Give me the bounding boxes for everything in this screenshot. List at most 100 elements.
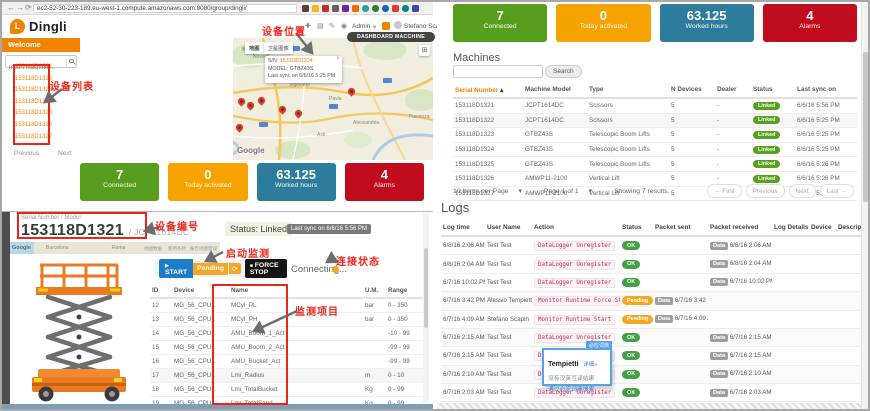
data-badge[interactable]: Data <box>710 370 728 378</box>
forward-icon[interactable]: → <box>16 3 24 12</box>
map-terms-link[interactable]: 使用条款 <box>168 246 186 252</box>
action-code: DataLogger Unregister <box>534 260 615 270</box>
status-badge: OK <box>622 260 640 269</box>
composite-screenshot: ← → ⟳ ec2-52-30-223-189.eu-west-1.comput… <box>0 0 870 411</box>
column-header-serial[interactable]: Serial Number ▴ <box>453 82 523 98</box>
column-header-ndevices[interactable]: N Devices <box>669 82 715 98</box>
map-control-map[interactable]: 地图 <box>245 42 264 54</box>
data-badge[interactable]: Data <box>655 315 673 323</box>
notification-icon[interactable] <box>382 22 390 30</box>
next-page-button[interactable]: Next <box>789 184 816 198</box>
data-badge[interactable]: Data <box>710 389 728 397</box>
extension-icon[interactable] <box>362 5 369 12</box>
extension-icon[interactable] <box>402 5 409 12</box>
back-icon[interactable]: ← <box>7 3 15 12</box>
column-header-model[interactable]: Machine Model <box>523 82 587 98</box>
data-badge[interactable]: Data <box>710 352 728 360</box>
stat-label: Today activated <box>556 23 650 30</box>
welcome-tab[interactable]: Welcome <box>2 38 80 52</box>
dashboard-panel: 7 Connected 0 Today activated 63.125 Wor… <box>437 2 868 409</box>
pending-badge: Pending <box>193 263 228 275</box>
first-page-button[interactable]: ← First <box>707 184 742 198</box>
column-header-lastsync[interactable]: Last sync on <box>795 82 857 98</box>
location-map-strip[interactable]: Google Barcelona Roma 地图数据 使用条款 报告地图错误 <box>10 242 220 254</box>
annotation-device-location: 设备位置 <box>262 23 306 38</box>
force-stop-button[interactable]: ■ FORCE STOP <box>245 259 287 278</box>
printer-icon[interactable]: ▤ <box>317 22 324 30</box>
action-code: Monitor Runtime Start <box>534 315 615 325</box>
page-select[interactable]: Page 1 of 1▾ <box>544 188 602 195</box>
map-type-controls: 地图 卫星图像 <box>245 42 293 54</box>
start-button[interactable]: ▶ START <box>159 259 193 278</box>
last-page-button[interactable]: Last → <box>820 184 854 198</box>
extension-icon[interactable] <box>342 5 349 12</box>
serial-link[interactable]: 153118D1326 <box>455 175 494 182</box>
column-header-status[interactable]: Status <box>751 82 795 98</box>
eye-icon[interactable]: ◉ <box>341 22 347 30</box>
column-header-dealer[interactable]: Dealer <box>715 82 751 98</box>
data-badge[interactable]: Data <box>710 278 728 286</box>
sidebar-item-device[interactable]: 153118D1323 <box>13 85 54 97</box>
extension-icon[interactable] <box>332 5 339 12</box>
extension-icon[interactable] <box>382 5 389 12</box>
extension-icon[interactable] <box>302 5 309 12</box>
data-badge[interactable]: Data <box>710 242 728 250</box>
scrollbar[interactable] <box>423 213 429 403</box>
dictionary-search-link[interactable]: 通过必应词典搜索 <box>548 384 606 393</box>
previous-page-button[interactable]: Previous <box>746 184 785 198</box>
machine-row: 153118D1321 JCPT1614DC Scissors 5 - Link… <box>453 98 857 113</box>
next-link[interactable]: Next <box>58 150 71 157</box>
map-report-link[interactable]: 报告地图错误 <box>190 246 217 252</box>
extension-icon[interactable] <box>412 5 419 12</box>
close-icon[interactable]: × <box>336 56 340 62</box>
scrollbar-thumb[interactable] <box>863 52 868 202</box>
admin-menu[interactable]: Admin <box>352 23 370 30</box>
machines-map[interactable]: 米兰 Milano Novara Vigevano Pavia Asti Ale… <box>233 38 433 160</box>
machine-row: 153118D1325 GTBZ43S Telescopic Boom Lift… <box>453 157 857 172</box>
popup-sn-value[interactable]: 153118D1324 <box>280 58 313 64</box>
column-header-username: User Name <box>485 220 532 236</box>
dashboard-macchine-button[interactable]: DASHBOARD MACCHINE <box>347 32 435 42</box>
sidebar-item-device[interactable]: 153118D1321 <box>13 62 54 74</box>
dictionary-popup-tab[interactable]: 必应词典 <box>586 341 612 350</box>
sidebar-item-device[interactable]: 153118D1327 <box>13 132 54 144</box>
serial-link[interactable]: 153118D1321 <box>455 102 494 109</box>
column-header-logdetails: Log Details <box>772 220 809 236</box>
search-icon[interactable] <box>66 59 74 67</box>
data-badge[interactable]: Data <box>710 334 728 342</box>
map-place-label: Pavia <box>329 96 342 102</box>
data-badge[interactable]: Data <box>655 297 673 305</box>
search-button[interactable]: Search <box>545 65 582 78</box>
sidebar-item-device[interactable]: 153118D1324 <box>13 97 54 109</box>
dictionary-detail-link[interactable]: 详细» <box>583 362 597 368</box>
action-code: DataLogger Unregister <box>534 241 615 251</box>
logs-title: Logs <box>441 200 469 215</box>
stat-value: 63.125 <box>660 8 754 23</box>
map-control-satellite[interactable]: 卫星图像 <box>264 42 293 54</box>
extension-icon[interactable] <box>312 5 319 12</box>
extension-icon[interactable] <box>352 5 359 12</box>
scrollbar-thumb[interactable] <box>424 248 428 328</box>
address-bar[interactable]: ec2-52-30-223-189.eu-west-1.compute.amaz… <box>33 4 297 13</box>
refresh-button[interactable]: ⟳ <box>229 263 241 274</box>
data-badge[interactable]: Data <box>710 260 728 268</box>
map-place-label: Piacenza <box>409 114 430 120</box>
refresh-icon[interactable]: ⟳ <box>25 3 32 12</box>
serial-link[interactable]: 153118D1322 <box>455 117 494 124</box>
extension-icon[interactable] <box>372 5 379 12</box>
stat-label: Alarms <box>763 23 857 30</box>
sidebar-item-device[interactable]: 153118D1326 <box>13 120 54 132</box>
fullscreen-icon[interactable]: ⊞ <box>419 45 430 56</box>
extension-icon[interactable] <box>392 5 399 12</box>
items-per-page-select[interactable]: 10 Items per Page▾ <box>453 188 532 195</box>
previous-link[interactable]: Previous <box>14 150 39 157</box>
edit-icon[interactable]: ✎ <box>329 22 335 30</box>
sidebar-item-device[interactable]: 153118D1322 <box>13 74 54 86</box>
extension-icon[interactable] <box>322 5 329 12</box>
serial-link[interactable]: 153118D1324 <box>455 146 494 153</box>
scrollbar[interactable] <box>861 2 868 409</box>
column-header-type[interactable]: Type <box>587 82 669 98</box>
sidebar-item-device[interactable]: 153118D1325 <box>13 108 54 120</box>
serial-link[interactable]: 153118D1325 <box>455 161 494 168</box>
serial-link[interactable]: 153118D1323 <box>455 131 494 138</box>
